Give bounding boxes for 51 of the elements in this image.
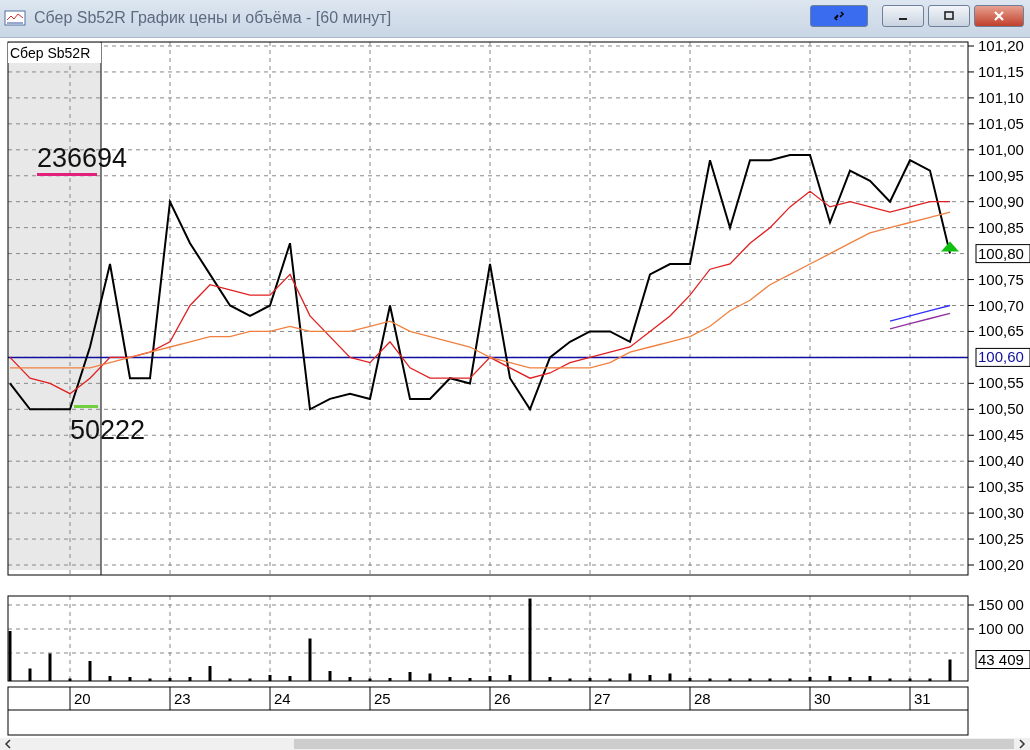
axis-label: 150 00 <box>978 595 1024 613</box>
ref-line-label: 100,60 <box>978 348 1024 366</box>
triangle-icon <box>941 241 959 252</box>
scrollbar-thumb[interactable] <box>294 739 1014 749</box>
chevron-left-icon[interactable] <box>4 739 12 749</box>
axis-label: 100,35 <box>978 478 1024 495</box>
link-button[interactable] <box>810 5 868 28</box>
last-price-label: 100,80 <box>975 243 1030 263</box>
axis-label: 100,45 <box>978 426 1024 444</box>
minimize-button[interactable] <box>882 5 924 28</box>
axis-label: 100,55 <box>978 374 1024 392</box>
level-price-label: 100,60 <box>975 347 1030 367</box>
axis-label: 100,90 <box>978 192 1024 210</box>
axis-label: 100,30 <box>978 503 1024 521</box>
close-icon[interactable] <box>992 10 1006 23</box>
date-label: 25 <box>374 689 391 707</box>
chart-icon <box>4 10 26 27</box>
axis-label: 100,70 <box>978 296 1024 314</box>
date-label: 20 <box>74 689 91 707</box>
maximize-button[interactable] <box>928 5 970 28</box>
instrument-label: Сбер Sb52R <box>8 42 101 63</box>
volume-label: 236694 <box>37 142 128 173</box>
axis-label: 101,20 <box>978 39 1024 54</box>
date-label: 24 <box>274 689 291 707</box>
level-mark <box>37 172 97 176</box>
axis-label: 100,50 <box>978 400 1024 418</box>
axis-label: 100,95 <box>978 166 1024 184</box>
axis-label: 100 00 <box>978 619 1024 637</box>
date-label: 31 <box>914 689 931 707</box>
chevron-right-icon[interactable] <box>1018 739 1026 749</box>
axis-label: 101,10 <box>978 88 1024 106</box>
axis-label: 100,25 <box>978 529 1024 547</box>
link-icon[interactable] <box>832 10 846 23</box>
axis-label: 100,65 <box>978 322 1024 340</box>
window-title: Сбер Sb52R График цены и объёма - [60 минут] <box>34 9 393 28</box>
axis-label: 101,00 <box>978 140 1024 158</box>
close-button[interactable] <box>974 5 1024 28</box>
axis-label: 100,75 <box>978 270 1024 288</box>
date-label: 30 <box>814 689 831 707</box>
axis-label: 100,85 <box>978 218 1024 236</box>
axis-label: 100,40 <box>978 452 1024 470</box>
axis-label: 101,05 <box>978 114 1024 132</box>
date-label: 26 <box>494 689 511 707</box>
date-label: 23 <box>174 689 191 707</box>
axis-label: 101,15 <box>978 62 1024 80</box>
last-volume-label: 43 409 <box>975 649 1030 669</box>
date-label: 28 <box>694 689 711 707</box>
level-mark <box>74 404 98 408</box>
date-label: 27 <box>594 689 611 707</box>
maximize-icon[interactable] <box>942 10 956 23</box>
axis-label: 100,20 <box>978 555 1024 573</box>
